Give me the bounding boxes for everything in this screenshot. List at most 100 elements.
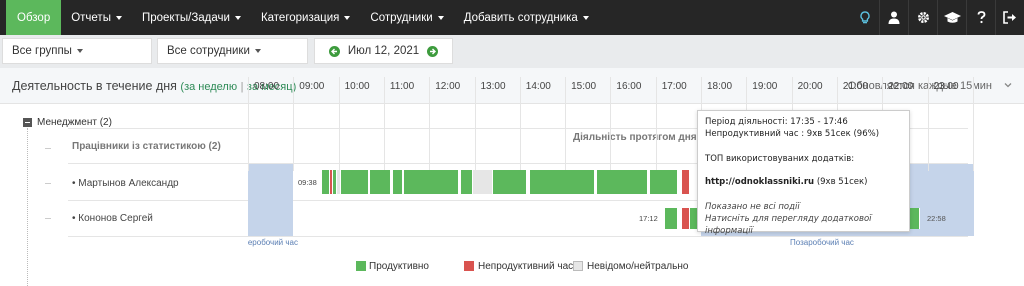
group-label[interactable]: Менеджмент (2) <box>37 117 112 128</box>
hour-gridline <box>655 77 657 171</box>
legend-unproductive-swatch <box>464 261 474 271</box>
nav-add-employee-label: Добавить сотрудника <box>463 11 578 24</box>
tooltip-app-time: (9хв 51сек) <box>816 177 868 187</box>
nav-add-employee[interactable]: Добавить сотрудника <box>454 0 599 35</box>
activity-segment-productive[interactable] <box>460 170 473 194</box>
caret-down-icon <box>115 15 122 20</box>
caret-down-icon <box>234 15 241 20</box>
nav-projects[interactable]: Проекты/Задачи <box>132 0 251 35</box>
hour-tick-label: 23:00 <box>933 81 959 92</box>
activity-segment-productive[interactable] <box>340 170 369 194</box>
employee-name[interactable]: • Мартынов Александр <box>72 178 179 189</box>
hour-gridline <box>383 77 385 171</box>
group-select-value: Все группы <box>12 45 72 57</box>
activity-segment-productive[interactable] <box>404 170 460 194</box>
user-icon[interactable] <box>879 0 908 35</box>
hour-tick-label: 14:00 <box>525 81 551 92</box>
tooltip-top-apps: ТОП використовуваних додатків: <box>705 154 855 164</box>
hour-tick-label: 18:00 <box>707 81 733 92</box>
nonwork-left-label: Неробочий час <box>248 238 298 247</box>
employee-name[interactable]: • Кононов Сергей <box>72 213 153 224</box>
activity-segment-productive[interactable] <box>321 170 330 194</box>
legend-unproductive-label: Непродуктивний час <box>478 261 574 272</box>
logout-icon[interactable] <box>995 0 1024 35</box>
hour-gridline <box>338 77 340 171</box>
nav-employees[interactable]: Сотрудники <box>360 0 453 35</box>
gear-icon[interactable] <box>908 0 937 35</box>
collapse-group-icon[interactable] <box>23 118 32 127</box>
graduation-cap-icon[interactable] <box>937 0 966 35</box>
nav-overview[interactable]: Обзор <box>6 0 62 35</box>
activity-tooltip[interactable]: Період діяльності: 17:35 - 17:46 Непроду… <box>697 110 910 236</box>
date-picker: Июл 12, 2021 <box>314 38 453 64</box>
hour-tick-label: 13:00 <box>480 81 506 92</box>
caret-down-icon <box>437 15 444 20</box>
hour-gridline <box>519 77 521 171</box>
tree-line <box>27 128 28 286</box>
axis-title: Діяльність протягом дня <box>573 132 697 143</box>
nav-reports[interactable]: Отчеты <box>61 0 132 35</box>
nav-categorization[interactable]: Категоризация <box>251 0 360 35</box>
tooltip-period: Період діяльності: 17:35 - 17:46 <box>705 117 848 127</box>
legend-productive-label: Продуктивно <box>369 261 429 272</box>
top-navbar: Обзор Отчеты Проекты/Задачи Категоризаци… <box>0 0 1024 35</box>
activity-segment-neutral[interactable] <box>472 170 494 194</box>
chevron-down-icon[interactable] <box>1004 81 1012 89</box>
tree-tick <box>45 218 51 219</box>
tooltip-app-name: http://odnoklassniki.ru <box>705 177 815 187</box>
activity-segment-productive[interactable] <box>370 170 392 194</box>
activity-segment-productive[interactable] <box>493 170 528 194</box>
activity-segment-productive[interactable] <box>392 170 403 194</box>
hour-tick-label: 19:00 <box>752 81 778 92</box>
legend-neutral-swatch <box>573 261 583 271</box>
hour-tick-label: 22:00 <box>888 81 914 92</box>
activity-segment-unproductive[interactable] <box>682 170 691 194</box>
nav-overview-label: Обзор <box>17 11 51 24</box>
nav-employees-label: Сотрудники <box>370 11 433 24</box>
group-select[interactable]: Все группы <box>2 38 152 64</box>
legend-neutral-label: Невідомо/нейтрально <box>587 261 689 272</box>
activity-segment-productive[interactable] <box>664 208 679 229</box>
activity-segment-unproductive[interactable] <box>682 208 691 229</box>
hour-tick-label: 21:00 <box>842 81 868 92</box>
tooltip-note: Показано не всі події <box>705 202 800 212</box>
tooltip-note: Натисніть для перегляду додаткової інфор… <box>705 214 872 236</box>
caret-down-icon <box>582 15 589 20</box>
link-separator: | <box>240 81 244 93</box>
hour-gridline <box>248 77 249 171</box>
hour-gridline <box>972 77 974 171</box>
filter-bar: Все группы Все сотрудники Июл 12, 2021 <box>0 35 1024 68</box>
next-day-icon[interactable] <box>427 45 438 57</box>
hour-tick-label: 16:00 <box>616 81 642 92</box>
hour-tick-label: 15:00 <box>571 81 597 92</box>
hour-gridline <box>429 77 431 171</box>
hour-tick-label: 11:00 <box>389 81 415 92</box>
hour-gridline <box>610 77 612 171</box>
hour-gridline <box>565 77 567 171</box>
lightbulb-icon[interactable] <box>850 0 879 35</box>
activity-segment-productive[interactable] <box>649 170 679 194</box>
end-time-label: 22:58 <box>927 214 946 223</box>
hour-tick-label: 12:00 <box>435 81 461 92</box>
start-time-label: 09:38 <box>298 178 317 187</box>
tree-tick <box>45 148 51 149</box>
prev-day-icon[interactable] <box>329 45 340 57</box>
nav-categorization-label: Категоризация <box>260 11 340 24</box>
column-title: Працівники із статистикою (2) <box>72 141 221 152</box>
activity-segment-productive[interactable] <box>596 170 649 194</box>
date-value[interactable]: Июл 12, 2021 <box>348 45 419 57</box>
panel-title-text: Деятельность в течение дня <box>12 79 177 93</box>
start-time-label: 17:12 <box>639 214 658 223</box>
hour-tick-label: 10:00 <box>344 81 370 92</box>
offhours-region <box>248 164 294 236</box>
week-link[interactable]: за неделю <box>184 81 237 93</box>
update-note: Обновляется каждые 15мин <box>847 80 992 92</box>
activity-segment-productive[interactable] <box>529 170 596 194</box>
help-icon[interactable] <box>966 0 995 35</box>
tooltip-unproductive: Непродуктивний час : 9хв 51сек (96%) <box>705 129 880 139</box>
legend-productive-swatch <box>356 261 366 271</box>
panel-header: Деятельность в течение дня (за неделю | … <box>0 68 1024 104</box>
hour-gridline <box>474 77 476 171</box>
hour-tick-label: 20:00 <box>797 81 823 92</box>
employee-select[interactable]: Все сотрудники <box>157 38 308 64</box>
